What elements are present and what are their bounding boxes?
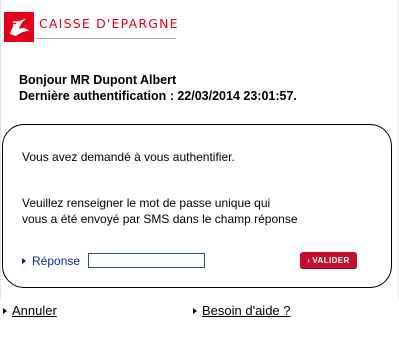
greeting-block: Bonjour MR Dupont Albert Dernière authen… — [19, 72, 297, 104]
squirrel-logo-icon — [4, 12, 34, 42]
authentication-panel: Vous avez demandé à vous authentifier. V… — [2, 124, 392, 288]
auth-intro-text: Vous avez demandé à vous authentifier. — [22, 150, 235, 164]
arrow-right-icon — [193, 307, 197, 314]
greeting-name: Bonjour MR Dupont Albert — [19, 73, 177, 87]
response-row: Réponse — [22, 253, 206, 268]
chevron-right-icon: › — [307, 256, 311, 265]
brand-name: CAISSE D'EPARGNE — [39, 15, 179, 31]
help-link-text[interactable]: Besoin d'aide ? — [202, 303, 291, 318]
logo-underline — [36, 38, 176, 39]
sms-instructions-line2: vous a été envoyé par SMS dans le champ … — [22, 212, 298, 226]
validate-button-label: VALIDER — [312, 256, 350, 265]
response-input[interactable] — [88, 253, 206, 268]
cancel-link-text[interactable]: Annuler — [12, 303, 57, 318]
last-authentication: Dernière authentification : 22/03/2014 2… — [19, 89, 297, 103]
sms-instructions-line1: Veuillez renseigner le mot de passe uniq… — [22, 196, 271, 210]
sms-instructions: Veuillez renseigner le mot de passe uniq… — [22, 195, 298, 227]
response-label: Réponse — [32, 253, 81, 268]
help-link[interactable]: Besoin d'aide ? — [193, 303, 291, 318]
cancel-link[interactable]: Annuler — [3, 303, 57, 318]
arrow-right-icon — [3, 307, 7, 314]
validate-button[interactable]: › VALIDER — [300, 252, 357, 269]
arrow-right-icon — [22, 257, 26, 264]
